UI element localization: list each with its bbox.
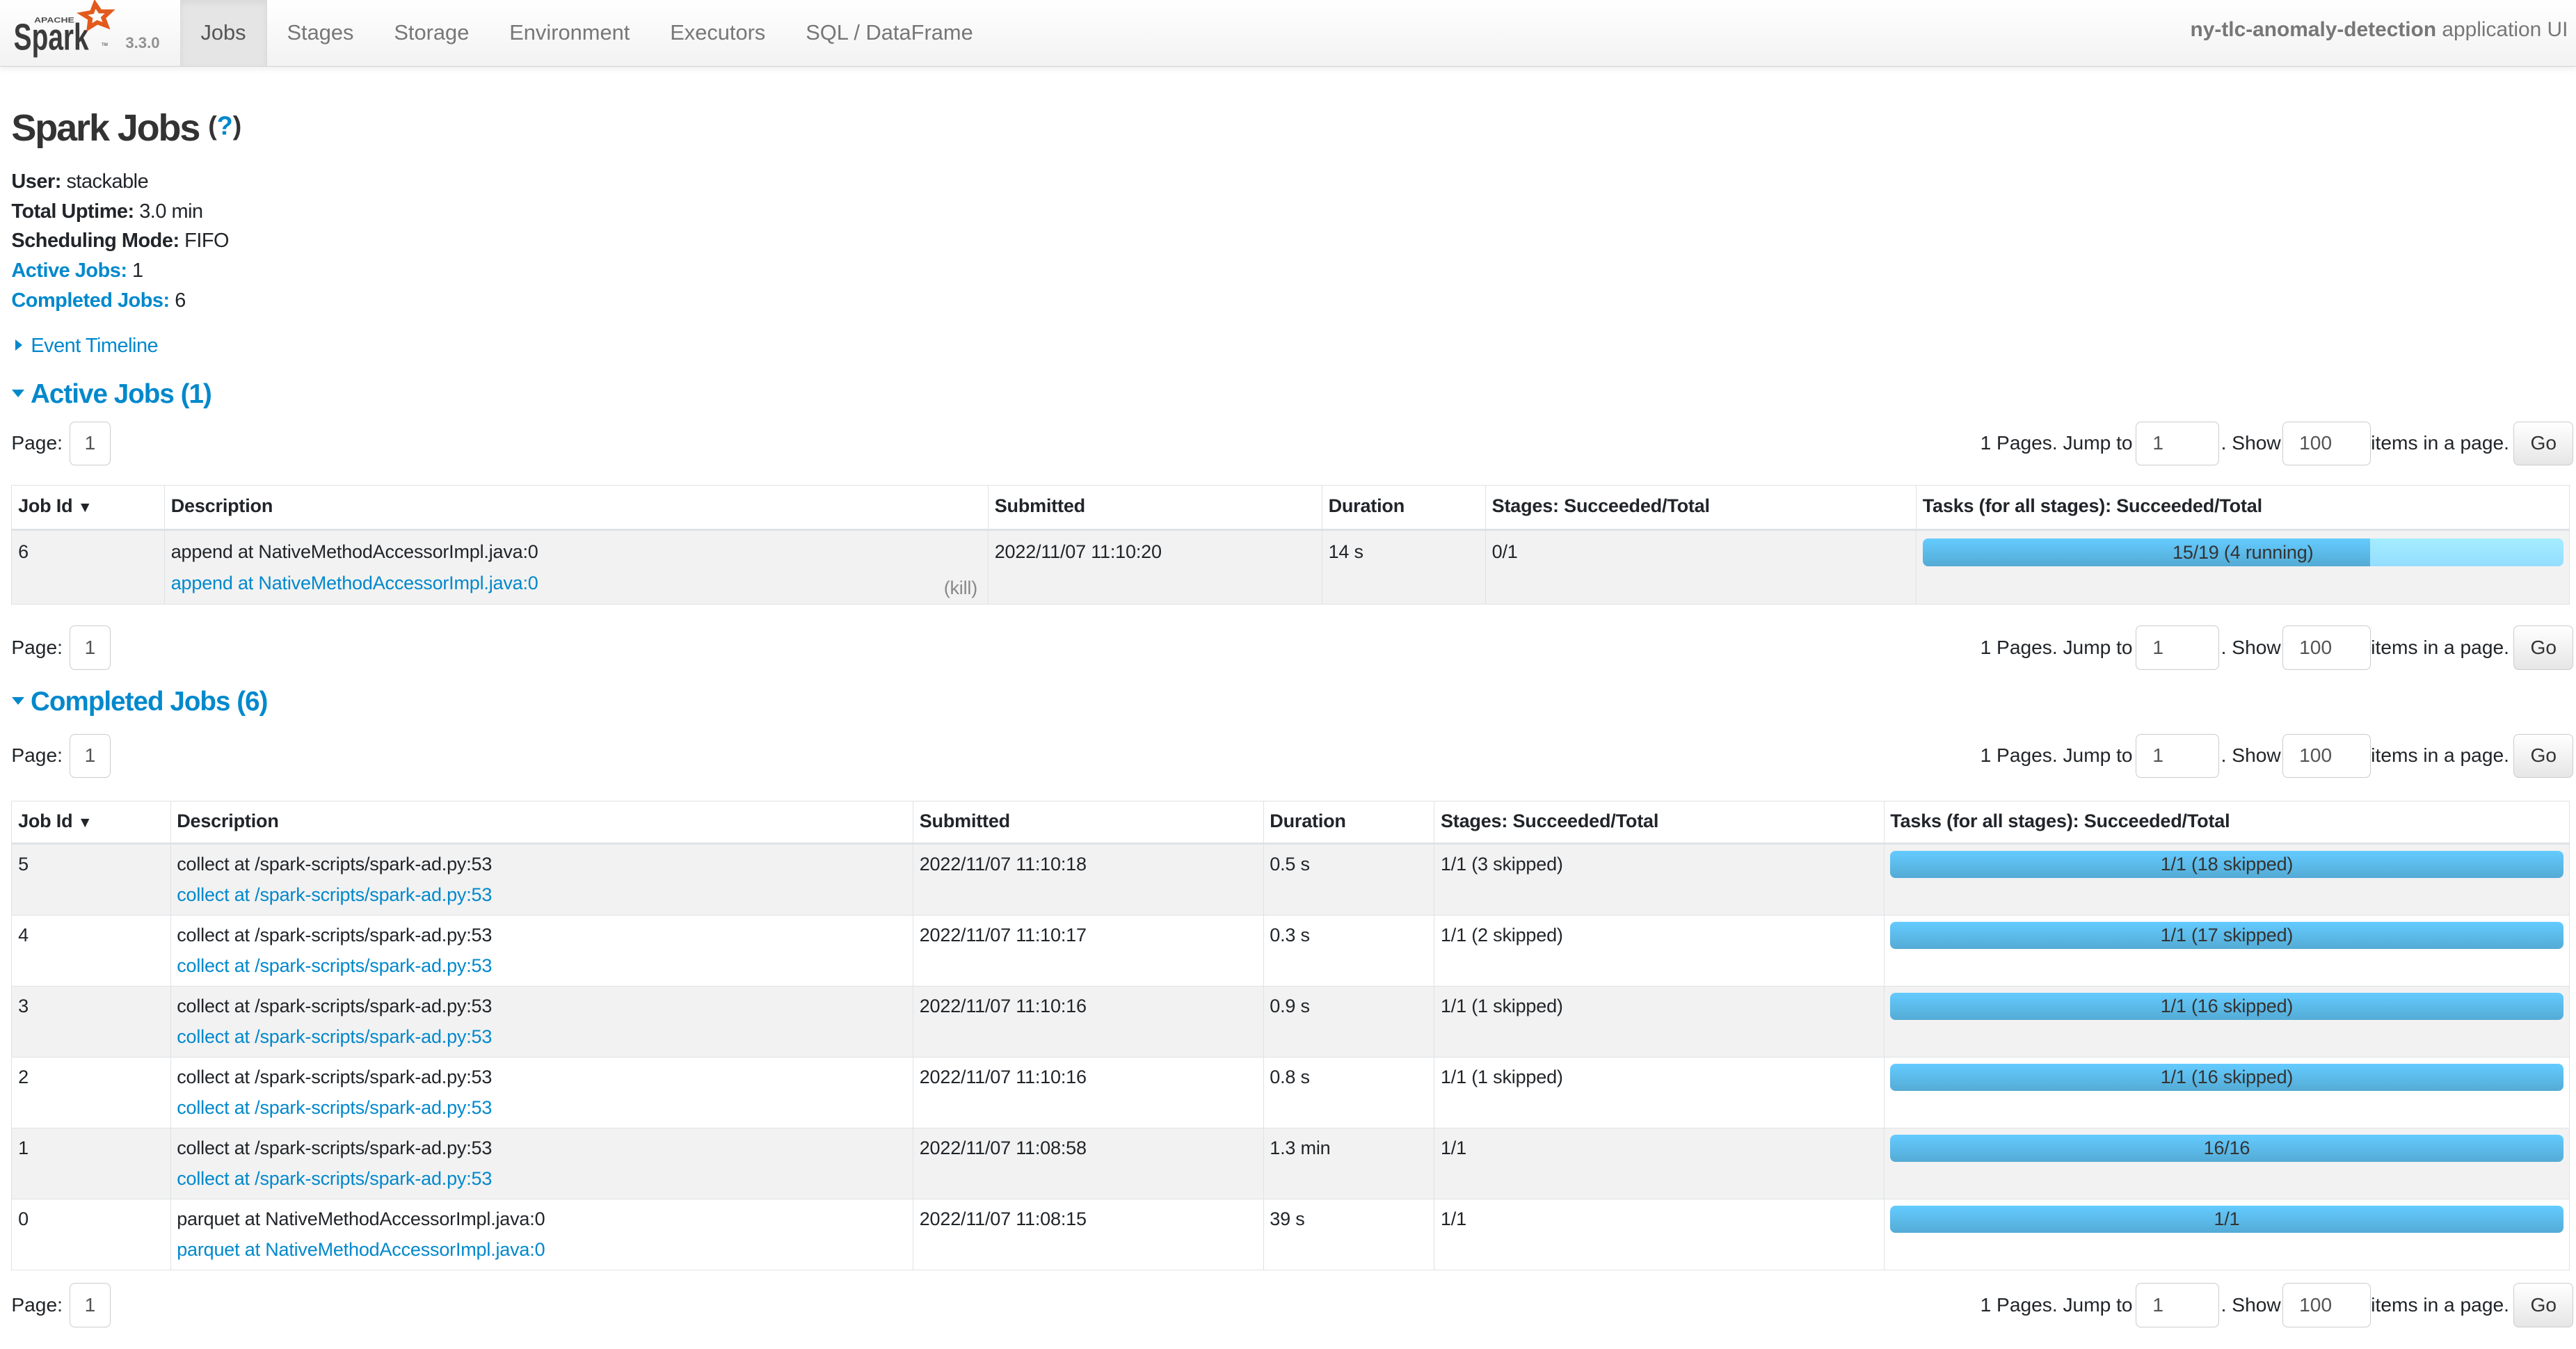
svg-text:TM: TM <box>102 42 108 47</box>
svg-text:Spark: Spark <box>14 17 90 58</box>
